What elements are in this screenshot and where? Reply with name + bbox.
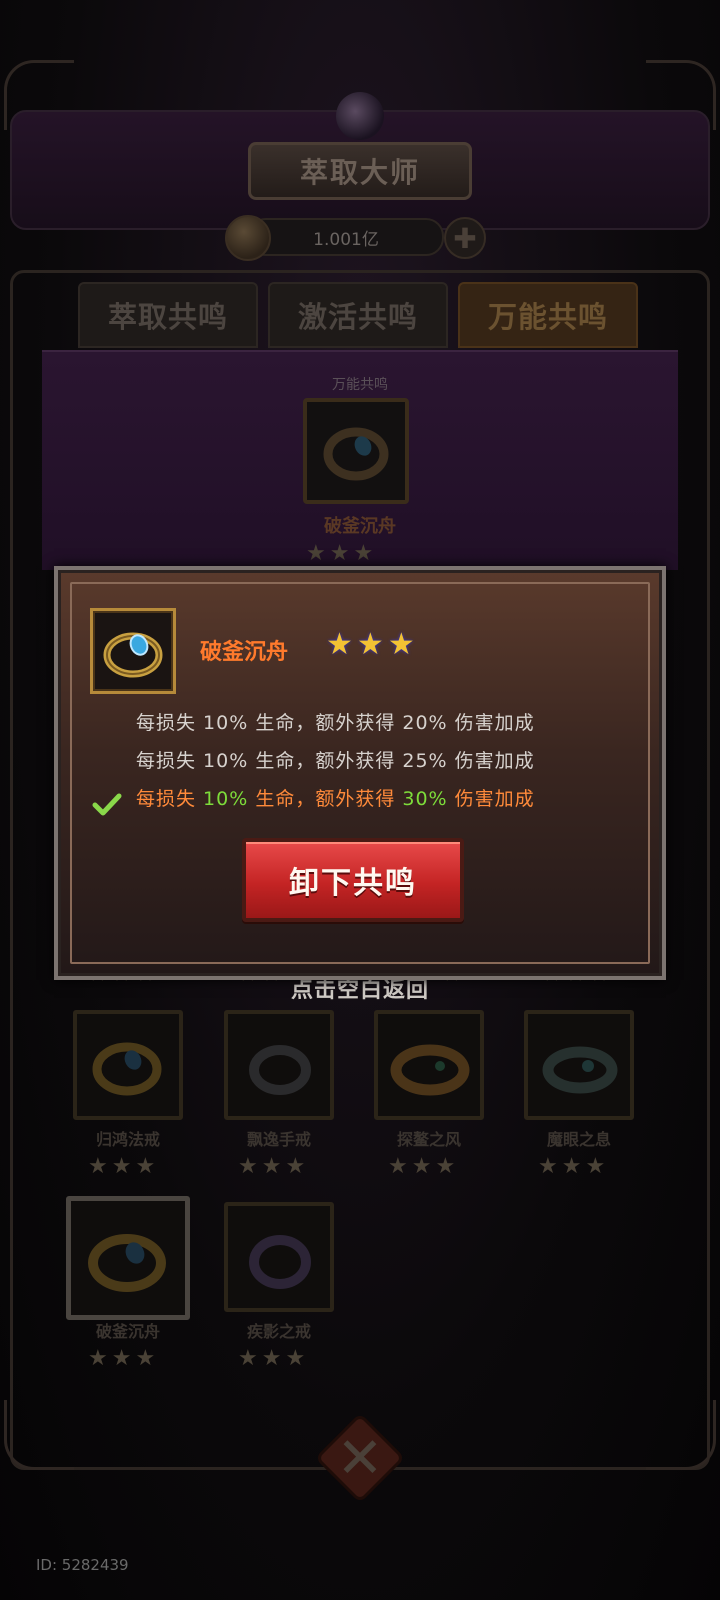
frame-corner-ornament: [4, 60, 74, 130]
item-stars: ★★★: [388, 1154, 456, 1179]
effect-line-1: 每损失 10% 生命，额外获得 20% 伤害加成: [136, 712, 535, 734]
ring-icon: [323, 427, 389, 481]
close-button[interactable]: ✕: [314, 1412, 406, 1504]
star-icon: ★: [387, 627, 415, 662]
item-name: 魔眼之息: [546, 1130, 611, 1149]
game-screen[interactable]: 萃取大师 1.001亿 ✚ 萃取共鸣 激活共鸣 万能共鸣 万能共鸣 破釜沉舟 ★…: [0, 0, 720, 1600]
tab-activate-resonance[interactable]: 激活共鸣: [268, 282, 448, 348]
ring-item[interactable]: [524, 1010, 634, 1120]
unequip-button-label: 卸下共鸣: [289, 866, 417, 901]
star-icon: ★: [356, 627, 384, 662]
page-title: 萃取大师: [299, 156, 420, 189]
item-stars: ★★★: [88, 1154, 156, 1179]
frame-corner-ornament: [646, 1400, 716, 1470]
ring-icon: [542, 1046, 618, 1094]
ring-icon: [103, 632, 163, 678]
currency-bar: 1.001亿: [248, 218, 444, 256]
effect-line-3-active: 每损失 10% 生命，额外获得 30% 伤害加成: [136, 788, 535, 810]
title-plate: 萃取大师: [248, 142, 472, 200]
item-stars: ★★★: [238, 1346, 306, 1371]
equipped-name: 破釜沉舟: [324, 516, 396, 537]
player-id: ID: 5282439: [36, 1556, 129, 1574]
star-icon: ★: [326, 627, 353, 662]
item-name: 归鸿法戒: [95, 1130, 160, 1149]
item-name: 飘逸手戒: [246, 1130, 311, 1149]
ring-icon: [390, 1044, 470, 1096]
unequip-resonance-button[interactable]: 卸下共鸣: [242, 838, 464, 922]
tab-extract-resonance[interactable]: 萃取共鸣: [78, 282, 258, 348]
popup-item-name: 破釜沉舟: [200, 640, 289, 665]
popup-star-rating: ★ ★ ★: [326, 630, 415, 660]
tab-label: 万能共鸣: [487, 300, 608, 334]
tab-label: 激活共鸣: [297, 300, 418, 334]
frame-corner-ornament: [4, 1400, 74, 1470]
equipped-slot[interactable]: [303, 398, 409, 504]
coin-icon: [225, 215, 271, 261]
item-name: 疾影之戒: [246, 1322, 311, 1341]
ring-item-selected[interactable]: [66, 1196, 190, 1320]
ring-icon: [249, 1235, 311, 1289]
item-stars: ★★★: [238, 1154, 306, 1179]
ring-icon: [88, 1234, 166, 1292]
ring-icon: [249, 1045, 311, 1095]
frame-corner-ornament: [646, 60, 716, 130]
popup-ring-icon: [90, 608, 176, 694]
ring-item[interactable]: [224, 1202, 334, 1312]
check-icon: [92, 793, 122, 816]
tab-universal-resonance[interactable]: 万能共鸣: [458, 282, 638, 348]
item-stars: ★★★: [88, 1346, 156, 1371]
section-label: 万能共鸣: [332, 377, 388, 393]
ring-item[interactable]: [224, 1010, 334, 1120]
item-stars: ★★★: [538, 1154, 606, 1179]
item-name: 探鳌之风: [396, 1130, 461, 1149]
equipped-stars: ★ ★ ★: [306, 541, 374, 566]
plus-icon[interactable]: ✚: [444, 217, 486, 259]
item-name: 破釜沉舟: [95, 1322, 160, 1341]
ring-item[interactable]: [73, 1010, 183, 1120]
tab-bar: 萃取共鸣 激活共鸣 万能共鸣: [78, 282, 638, 348]
ring-icon: [92, 1042, 162, 1096]
crystal-orb-icon: [336, 92, 384, 140]
ring-item[interactable]: [374, 1010, 484, 1120]
currency-amount: 1.001亿: [313, 229, 379, 250]
effect-line-2: 每损失 10% 生命，额外获得 25% 伤害加成: [136, 750, 535, 772]
close-icon: ✕: [336, 1425, 384, 1491]
tab-label: 萃取共鸣: [107, 300, 228, 334]
